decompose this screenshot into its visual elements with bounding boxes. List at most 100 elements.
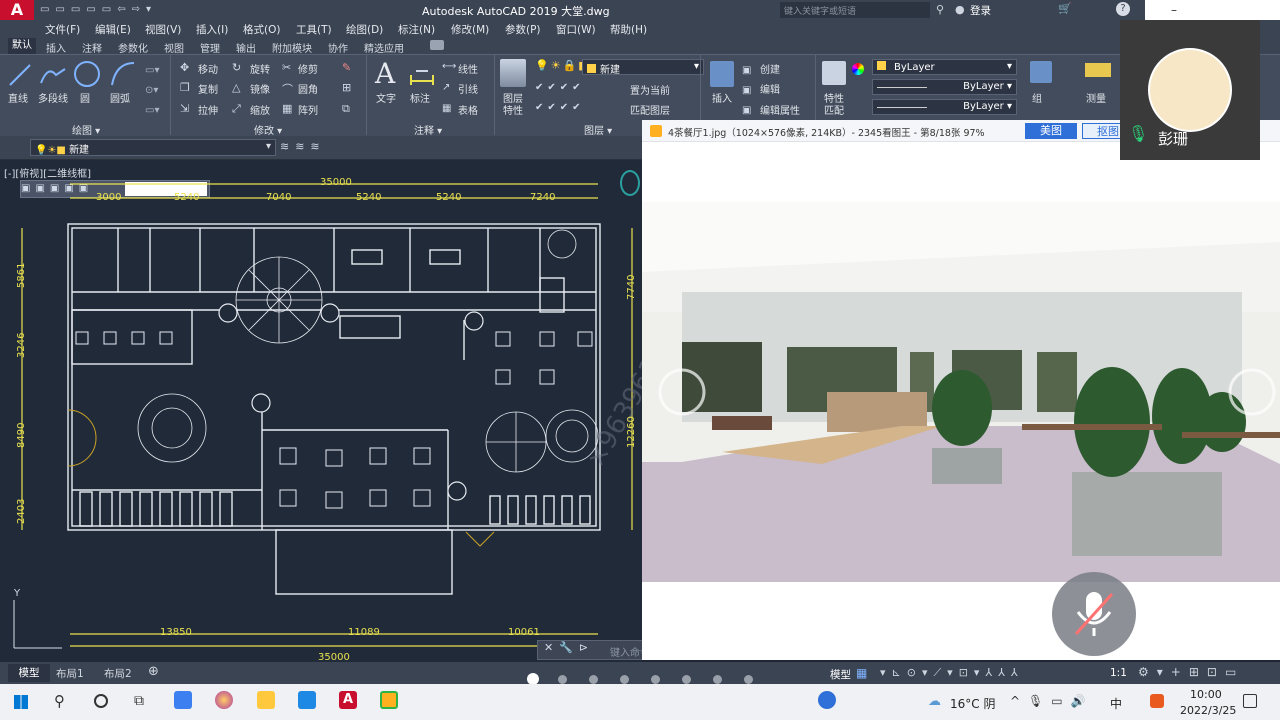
- tab-model[interactable]: 模型: [8, 664, 50, 682]
- add-layout-icon[interactable]: ⊕: [148, 664, 159, 679]
- cart-icon[interactable]: 🛒: [1058, 2, 1072, 15]
- leader-icon[interactable]: ↗: [442, 82, 450, 93]
- modify-tool-label-3[interactable]: 复制: [198, 81, 218, 96]
- menu-item-10[interactable]: 窗口(W): [556, 22, 596, 37]
- search-input[interactable]: 键入关键字或短语: [780, 2, 930, 18]
- insert-block-icon[interactable]: [710, 61, 734, 87]
- menu-item-7[interactable]: 标注(N): [398, 22, 435, 37]
- modify-tool-label-5[interactable]: 圆角: [298, 81, 318, 96]
- status-settings-icon[interactable]: ⚙▾+⊞⊡▭: [1138, 665, 1244, 679]
- annotation-panel-title[interactable]: 注释 ▾: [414, 122, 442, 137]
- cortana-icon[interactable]: [94, 694, 108, 708]
- layer-dropdown[interactable]: 💡☀■ 新建 ▾: [30, 139, 276, 156]
- rotate-icon[interactable]: ↻: [232, 61, 241, 74]
- taskbar-tray-app-icon[interactable]: [818, 691, 836, 709]
- taskbar-app-1-icon[interactable]: [174, 691, 192, 709]
- ribbon-tab-8[interactable]: 协作: [328, 40, 348, 55]
- line-tool-icon[interactable]: [6, 61, 34, 89]
- ribbon-tab-0[interactable]: 默认: [8, 38, 36, 54]
- menu-item-9[interactable]: 参数(P): [505, 22, 541, 37]
- task-view-icon[interactable]: ⧉: [134, 693, 144, 709]
- menu-item-4[interactable]: 格式(O): [243, 22, 280, 37]
- clock-time[interactable]: 10:00: [1190, 688, 1222, 701]
- start-icon[interactable]: [14, 695, 28, 709]
- file-explorer-icon[interactable]: [257, 691, 275, 709]
- viewcube-icon[interactable]: [620, 170, 640, 196]
- carousel-dot[interactable]: [620, 675, 629, 684]
- taskbar-app-2-icon[interactable]: [215, 691, 233, 709]
- trim-icon[interactable]: ✂: [282, 61, 291, 74]
- taskbar-app-4-icon[interactable]: [298, 691, 316, 709]
- draw-tool-label-2[interactable]: 圆: [80, 90, 90, 105]
- block-tool-label-0[interactable]: 插入: [712, 90, 732, 105]
- image-viewer-window[interactable]: 4茶餐厅1.jpg（1024×576像素, 214KB）- 2345看图王 - …: [642, 120, 1280, 660]
- color-wheel-icon[interactable]: [852, 63, 864, 75]
- menu-item-8[interactable]: 修改(M): [451, 22, 489, 37]
- annot-tool-label-3[interactable]: 引线: [458, 81, 478, 96]
- status-model[interactable]: 模型: [830, 667, 851, 682]
- help-icon[interactable]: ?: [1116, 2, 1130, 16]
- block-tool-label-1[interactable]: 创建: [760, 61, 780, 76]
- offset-icon[interactable]: ⧉: [342, 102, 350, 116]
- layer-combo[interactable]: 新建 ▾: [582, 59, 704, 76]
- weather-icon[interactable]: ☁: [928, 694, 941, 709]
- measure-icon[interactable]: [1085, 63, 1111, 77]
- quick-access-toolbar[interactable]: ▭▭▭▭▭⇦⇨▾: [40, 4, 240, 16]
- menu-item-0[interactable]: 文件(F): [45, 22, 80, 37]
- layer-tool-icons-row1[interactable]: ✔✔✔✔: [535, 82, 585, 93]
- draw-tool-label-1[interactable]: 多段线: [38, 90, 68, 105]
- lineweight-combo[interactable]: ByLayer ▾: [872, 99, 1017, 115]
- array-icon[interactable]: ▦: [282, 102, 292, 115]
- menu-item-2[interactable]: 视图(V): [145, 22, 181, 37]
- ribbon-tab-4[interactable]: 视图: [164, 40, 184, 55]
- modify-tool-label-2[interactable]: 修剪: [298, 61, 318, 76]
- menu-item-3[interactable]: 插入(I): [196, 22, 228, 37]
- autocad-taskbar-icon[interactable]: A: [339, 691, 357, 709]
- explode-icon[interactable]: ⊞: [342, 81, 351, 94]
- menu-item-11[interactable]: 帮助(H): [610, 22, 647, 37]
- properties-icon[interactable]: [822, 61, 846, 85]
- draw-tool-label-0[interactable]: 直线: [8, 90, 28, 105]
- layer-properties-icon[interactable]: [500, 59, 526, 87]
- table-icon[interactable]: ▦: [442, 103, 451, 114]
- scale-display[interactable]: 1:1: [1110, 667, 1127, 679]
- image-viewer-taskbar-icon[interactable]: [380, 691, 398, 709]
- layer-bar-icons[interactable]: ≋≋≋: [280, 140, 326, 153]
- layer-tool-icons-row2[interactable]: ✔✔✔✔: [535, 102, 585, 113]
- dimension-tool-icon[interactable]: [408, 61, 436, 89]
- group-icon[interactable]: [1030, 61, 1052, 83]
- binoculars-icon[interactable]: ⚲: [936, 3, 944, 16]
- carousel-dot[interactable]: [651, 675, 660, 684]
- block-tool-icons[interactable]: ▣ ▣ ▣: [742, 61, 751, 121]
- modify-tool-label-7[interactable]: 缩放: [250, 102, 270, 117]
- menu-item-5[interactable]: 工具(T): [296, 22, 332, 37]
- ribbon-tab-6[interactable]: 输出: [236, 40, 256, 55]
- block-tool-label-3[interactable]: 编辑属性: [760, 102, 800, 117]
- carousel-dot[interactable]: [713, 675, 722, 684]
- modify-tool-label-0[interactable]: 移动: [198, 61, 218, 76]
- scale-icon[interactable]: ⤢: [232, 102, 241, 116]
- color-combo[interactable]: ByLayer ▾: [872, 59, 1017, 75]
- polyline-tool-icon[interactable]: [38, 61, 68, 89]
- carousel-dot[interactable]: [558, 675, 567, 684]
- layer-tool-label-1[interactable]: 特性: [503, 102, 523, 117]
- measure-label[interactable]: 测量: [1086, 90, 1106, 105]
- annot-tool-label-2[interactable]: 线性: [458, 61, 478, 76]
- modify-tool-label-8[interactable]: 阵列: [298, 102, 318, 117]
- group-label[interactable]: 组: [1032, 90, 1042, 105]
- annot-tool-label-0[interactable]: 文字: [376, 90, 396, 105]
- ime-indicator[interactable]: 中: [1110, 695, 1122, 712]
- mute-mic-button[interactable]: [1052, 572, 1136, 656]
- linear-dim-icon[interactable]: ⟷: [442, 61, 456, 72]
- modify-panel-title[interactable]: 修改 ▾: [254, 122, 282, 137]
- layer-panel-title[interactable]: 图层 ▾: [584, 122, 612, 137]
- carousel-dot[interactable]: [744, 675, 753, 684]
- annot-tool-label-4[interactable]: 表格: [458, 102, 478, 117]
- block-tool-label-2[interactable]: 编辑: [760, 81, 780, 96]
- erase-icon[interactable]: ✎: [342, 61, 351, 74]
- draw-panel-title[interactable]: 绘图 ▾: [72, 122, 100, 137]
- ribbon-tab-1[interactable]: 插入: [46, 40, 66, 55]
- arc-tool-icon[interactable]: [108, 59, 138, 89]
- drawing-area[interactable]: [-][俯视][二维线框] ▣▣▣▣▣ Y ×9639618653 35000 …: [0, 160, 743, 663]
- layer-tool-label-3[interactable]: 匹配图层: [630, 102, 670, 117]
